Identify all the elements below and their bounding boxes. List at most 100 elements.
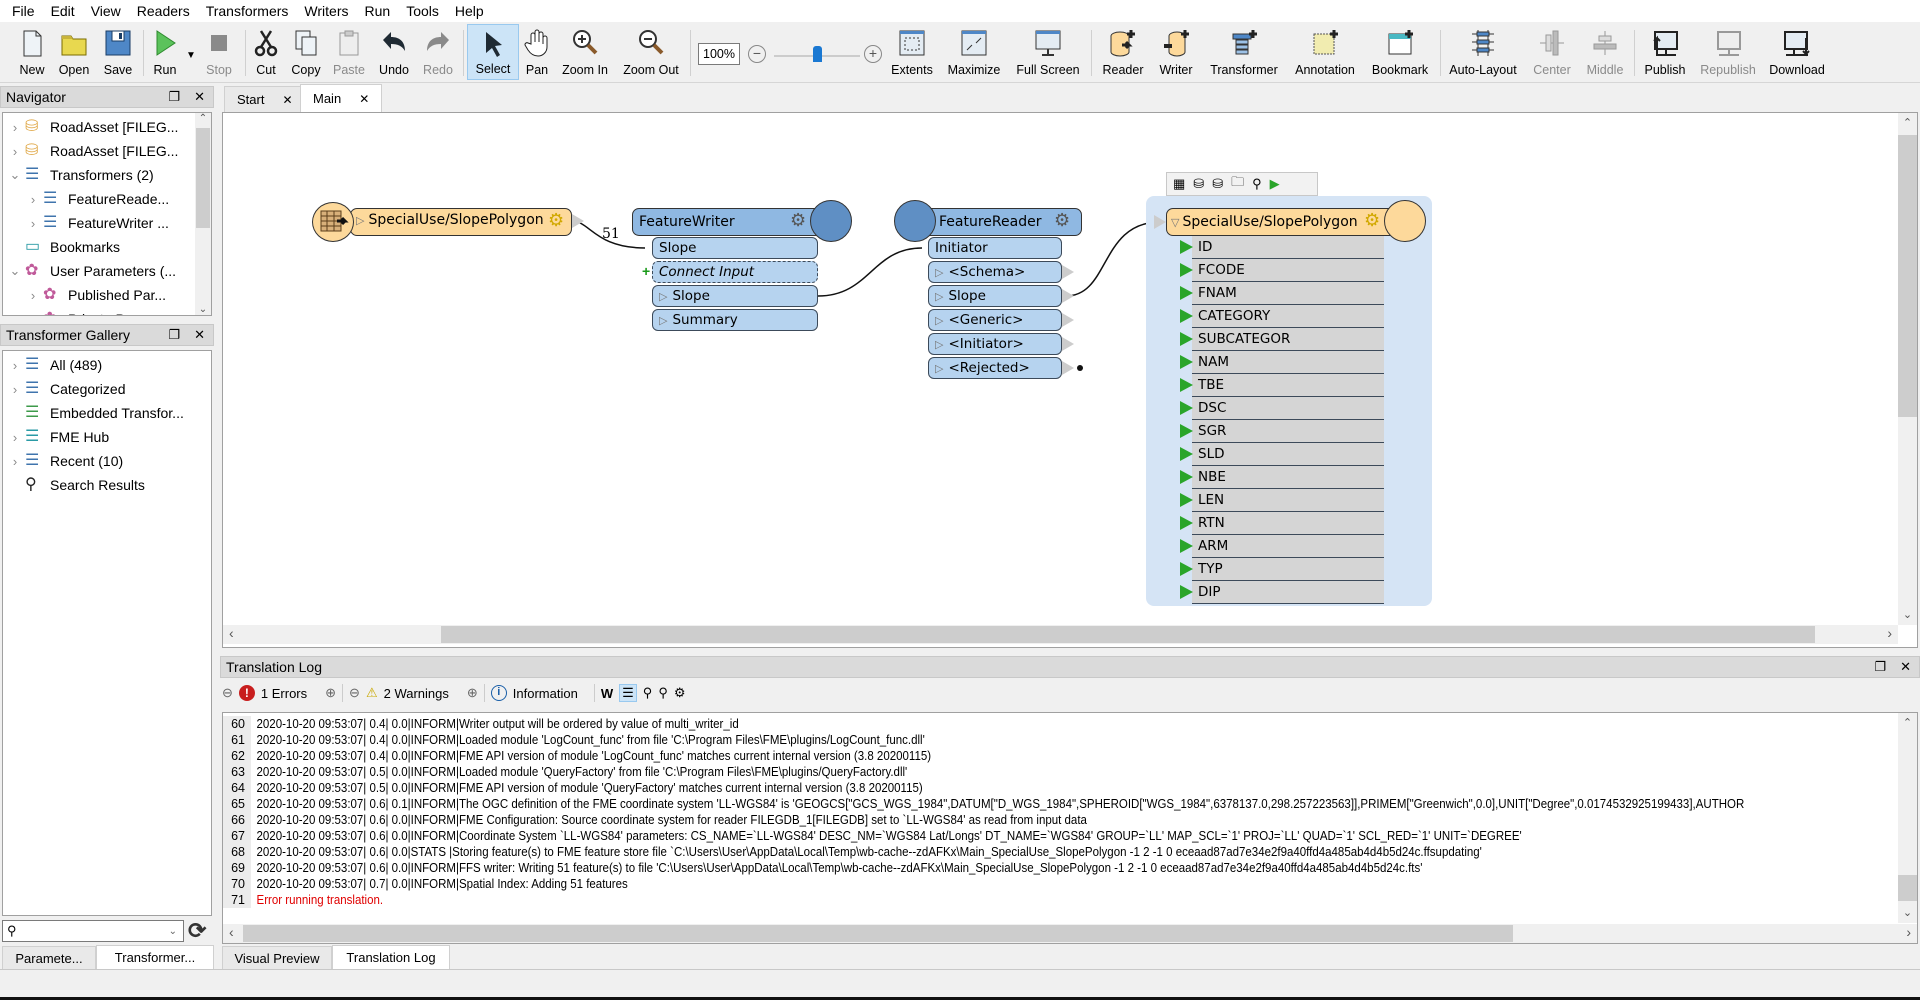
reader-output-port[interactable]: ▷ <Schema> [928, 261, 1062, 283]
attribute-row[interactable]: SUBCATEGOR [1192, 328, 1384, 351]
menu-help[interactable]: Help [447, 3, 492, 19]
menu-readers[interactable]: Readers [129, 3, 198, 19]
log-vertical-scrollbar[interactable]: ⌃ ⌄ [1898, 713, 1917, 923]
publish-button[interactable]: Publish [1640, 24, 1690, 80]
attribute-row[interactable]: RTN [1192, 512, 1384, 535]
attribute-port-icon[interactable] [1180, 585, 1193, 599]
add-writer-button[interactable]: Writer [1154, 24, 1198, 80]
add-transformer-button[interactable]: Transformer [1206, 24, 1282, 80]
reader-output-port[interactable]: ▷ <Initiator> [928, 333, 1062, 355]
next-error-icon[interactable]: ⊕ [325, 685, 336, 701]
zoom-in-button[interactable]: Zoom In [558, 24, 612, 80]
add-reader-button[interactable]: Reader [1098, 24, 1148, 80]
reader-db-icon[interactable]: ⛁ [1193, 176, 1204, 192]
attribute-row[interactable]: ARM [1192, 535, 1384, 558]
chevron-right-icon[interactable]: › [7, 382, 23, 397]
navigator-item[interactable]: ⌄ ✿ User Parameters (... [3, 259, 195, 283]
expand-triangle-icon[interactable]: ▷ [935, 362, 943, 375]
attribute-port-icon[interactable] [1180, 424, 1193, 438]
writer-output-slope[interactable]: ▷ Slope [652, 285, 818, 307]
zoom-slider-thumb[interactable] [813, 46, 822, 62]
attribute-row[interactable]: SLD [1192, 443, 1384, 466]
navigator-item[interactable]: › ✿ Published Par... [3, 283, 195, 307]
menu-tools[interactable]: Tools [398, 3, 447, 19]
float-icon[interactable]: ❐ [168, 327, 180, 343]
attribute-port-icon[interactable] [1180, 562, 1193, 576]
close-icon[interactable]: ✕ [194, 89, 205, 105]
gallery-item[interactable]: › ☰ FME Hub [3, 425, 211, 449]
pan-button[interactable]: Pan [522, 24, 552, 80]
gear-icon[interactable]: ⚙ [790, 210, 806, 231]
gallery-item[interactable]: ☰ Embedded Transfor... [3, 401, 211, 425]
navigator-item[interactable]: ⌄ ☰ Transformers (2) [3, 163, 195, 187]
chevron-right-icon[interactable]: › [7, 454, 23, 469]
attribute-row[interactable]: DIP [1192, 581, 1384, 604]
canvas-vertical-scrollbar[interactable]: ⌃ ⌄ [1898, 113, 1917, 625]
chevron-right-icon[interactable]: › [7, 120, 23, 135]
expand-triangle-icon[interactable]: ▷ [935, 338, 943, 351]
writer-input-port[interactable]: Slope [652, 237, 818, 259]
menu-view[interactable]: View [83, 3, 129, 19]
run-dropdown-icon[interactable]: ▼ [186, 50, 196, 61]
copy-button[interactable]: Copy [288, 24, 324, 80]
information-filter[interactable]: Information [513, 686, 578, 701]
writer-db-icon[interactable]: ⛁ [1212, 176, 1223, 192]
log-horizontal-scrollbar[interactable]: ‹ › [223, 924, 1917, 943]
attribute-port-icon[interactable] [1180, 355, 1193, 369]
attribute-row[interactable]: ID [1192, 236, 1384, 259]
close-icon[interactable]: ✕ [359, 92, 369, 106]
chevron-right-icon[interactable]: › [25, 216, 41, 231]
new-button[interactable]: New [14, 24, 50, 80]
expand-triangle-icon[interactable]: ▷ [935, 290, 943, 303]
float-icon[interactable]: ❐ [168, 89, 180, 105]
chevron-right-icon[interactable]: › [7, 358, 23, 373]
output-port-icon[interactable] [1062, 337, 1074, 351]
word-wrap-icon[interactable]: W [601, 686, 613, 701]
save-button[interactable]: Save [100, 24, 136, 80]
gear-icon[interactable]: ⚙ [1364, 210, 1380, 231]
attribute-row[interactable]: FNAM [1192, 282, 1384, 305]
open-button[interactable]: Open [56, 24, 92, 80]
navigator-item[interactable]: › ☰ FeatureWriter ... [3, 211, 195, 235]
find-next-icon[interactable]: ⚲ [658, 685, 668, 701]
expand-triangle-icon[interactable]: ▷ [935, 266, 943, 279]
attribute-row[interactable]: TBE [1192, 374, 1384, 397]
navigator-item[interactable]: › ⛁ RoadAsset [FILEG... [3, 115, 195, 139]
zoom-out-button[interactable]: Zoom Out [620, 24, 682, 80]
attribute-port-icon[interactable] [1180, 286, 1193, 300]
center-button[interactable]: Center [1530, 24, 1574, 80]
float-icon[interactable]: ❐ [1874, 659, 1886, 675]
select-button[interactable]: Select [467, 24, 519, 80]
navigator-item[interactable]: › ⛁ RoadAsset [FILEG... [3, 139, 195, 163]
menu-run[interactable]: Run [357, 3, 399, 19]
run-button[interactable]: Run [148, 24, 182, 80]
chevron-down-icon[interactable]: ⌄ [7, 167, 23, 183]
navigator-item[interactable]: › ☰ FeatureReade... [3, 187, 195, 211]
attribute-port-icon[interactable] [1180, 470, 1193, 484]
chevron-right-icon[interactable]: › [7, 430, 23, 445]
attribute-port-icon[interactable] [1180, 516, 1193, 530]
expand-triangle-icon[interactable]: ▷ [356, 214, 364, 227]
navigator-item[interactable]: ✿Private Param... [3, 307, 195, 315]
reader-output-port[interactable]: ▷ <Generic> [928, 309, 1062, 331]
close-icon[interactable]: ✕ [282, 93, 292, 107]
open-table-icon[interactable]: ▦ [1173, 176, 1185, 192]
chevron-right-icon[interactable]: › [7, 144, 23, 159]
connect-input-port[interactable]: Connect Input [652, 261, 818, 283]
reader-output-port[interactable]: ▷ <Rejected> [928, 357, 1062, 379]
collapse-triangle-icon[interactable]: ▽ [1171, 216, 1179, 229]
output-port-icon[interactable] [572, 214, 584, 228]
tab-transformer-gallery[interactable]: Transformer... [96, 945, 214, 969]
reader-output-port[interactable]: ▷ Slope [928, 285, 1062, 307]
chevron-down-icon[interactable]: ⌄ [7, 263, 23, 279]
redo-button[interactable]: Redo [420, 24, 456, 80]
tab-main[interactable]: Main ✕ [300, 84, 383, 112]
input-port-icon[interactable] [1154, 215, 1166, 229]
reader-input-initiator[interactable]: Initiator [928, 237, 1062, 259]
attribute-row[interactable]: NBE [1192, 466, 1384, 489]
attribute-row[interactable]: CATEGORY [1192, 305, 1384, 328]
add-bookmark-button[interactable]: Bookmark [1368, 24, 1432, 80]
cut-button[interactable]: Cut [250, 24, 282, 80]
attribute-port-icon[interactable] [1180, 401, 1193, 415]
zoom-plus-icon[interactable]: + [864, 45, 882, 63]
